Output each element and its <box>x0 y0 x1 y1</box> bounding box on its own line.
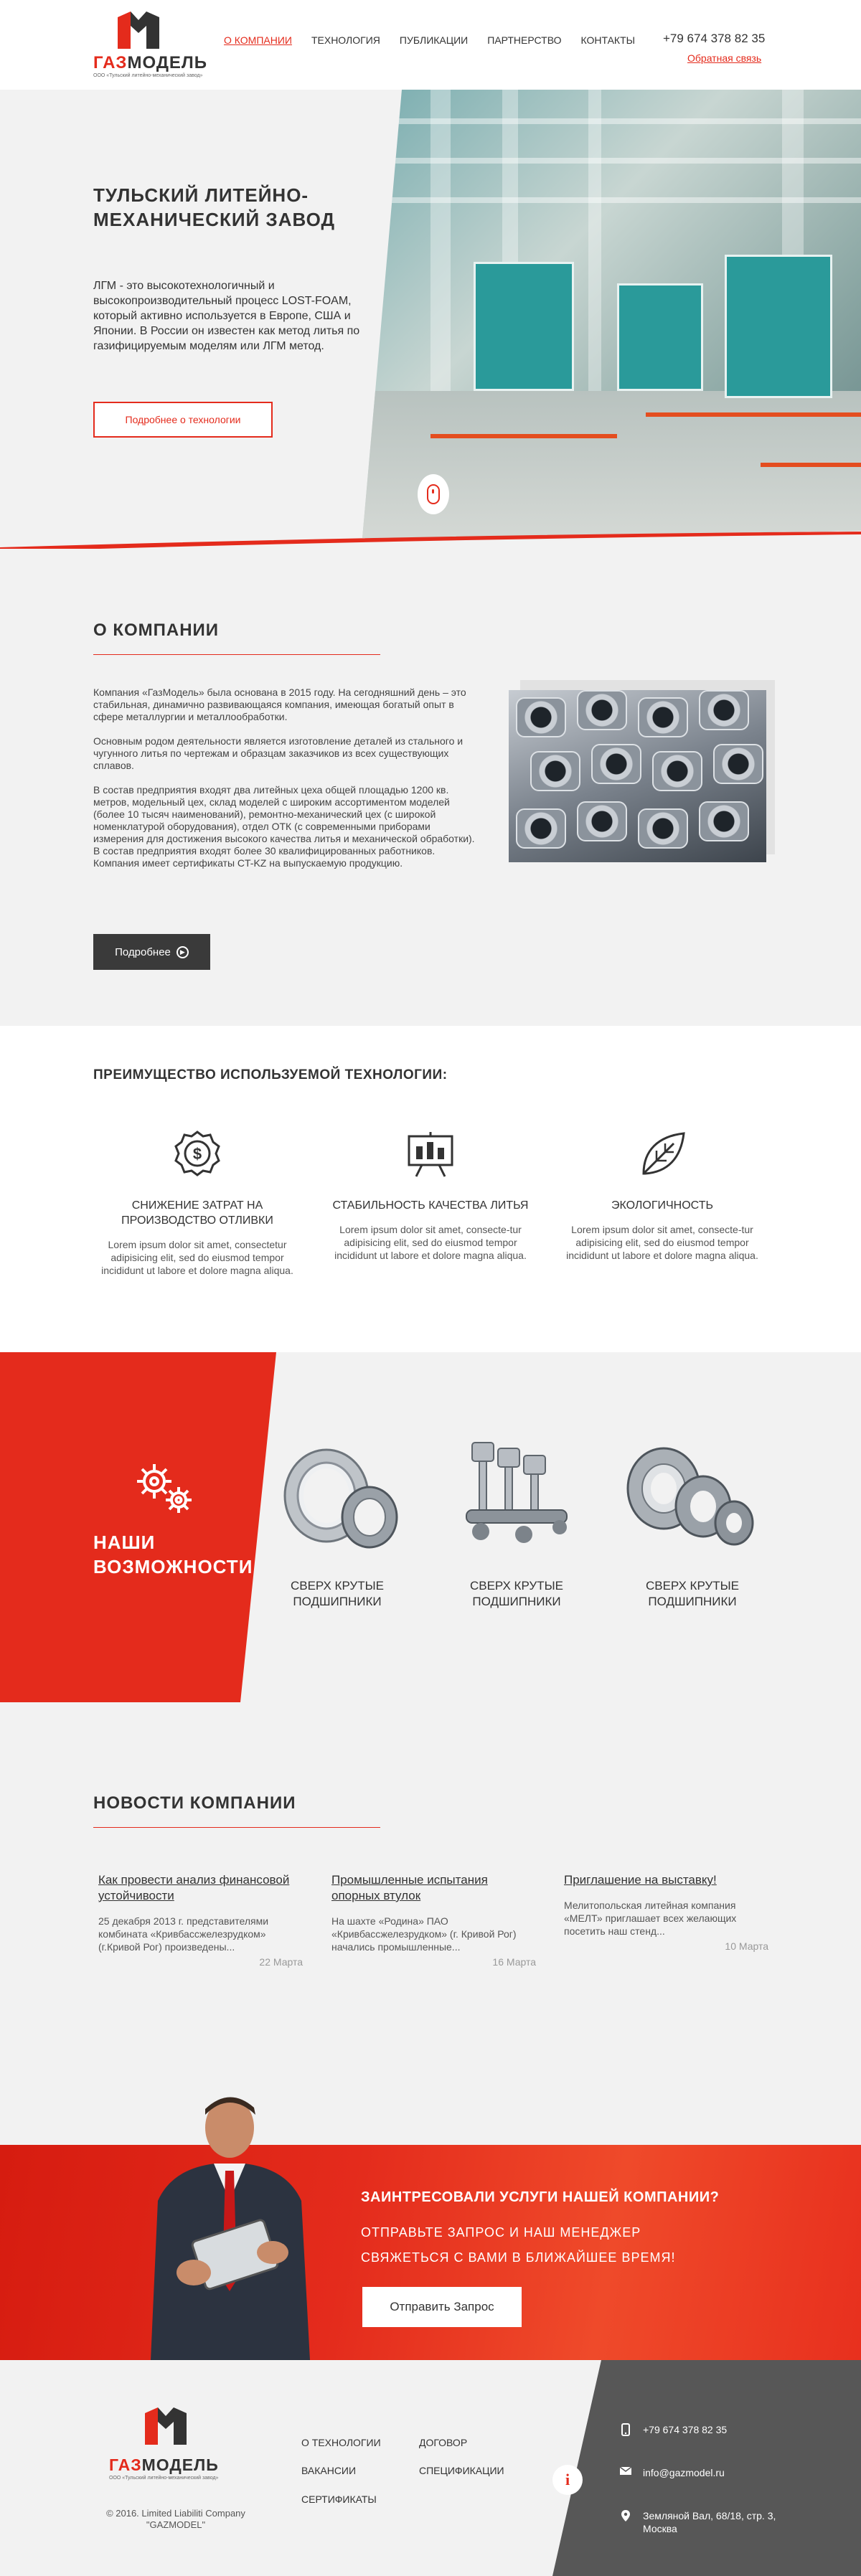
footer-link-technology[interactable]: О ТЕХНОЛОГИИ <box>301 2437 381 2448</box>
advantage-desc: Lorem ipsum dolor sit amet, consecte-tur… <box>334 1224 527 1261</box>
about-title: О КОМПАНИИ <box>93 621 220 640</box>
nav-item-technology[interactable]: ТЕХНОЛОГИЯ <box>311 34 380 46</box>
scroll-down-button[interactable] <box>418 474 449 514</box>
cast-parts-photo <box>509 690 766 862</box>
dollar-gear-icon: $ <box>169 1126 226 1184</box>
phone-icon <box>618 2423 633 2436</box>
header-phone[interactable]: +79 674 378 82 35 <box>663 32 765 46</box>
advantages-title: ПРЕИМУЩЕСТВО ИСПОЛЬЗУЕМОЙ ТЕХНОЛОГИИ: <box>93 1067 448 1082</box>
footer-address: Земляной Вал, 68/18, стр. 3, Москва <box>643 2510 776 2534</box>
capabilities-section: НАШИВОЗМОЖНОСТИ СВЕРХ КРУТЫЕ ПОДШИПНИКИ <box>0 1352 861 1704</box>
advantage-desc: Lorem ipsum dolor sit amet, consectetur … <box>101 1239 293 1276</box>
site-header: ГАЗМОДЕЛЬ ООО «Тульский литейно-механиче… <box>0 0 861 90</box>
capability-item[interactable]: СВЕРХ КРУТЫЕ ПОДШИПНИКИ <box>621 1438 764 1610</box>
chart-board-icon <box>402 1126 459 1184</box>
advantage-name: ЭКОЛОГИЧНОСТЬ <box>611 1199 713 1212</box>
nav-item-publications[interactable]: ПУБЛИКАЦИИ <box>400 34 468 46</box>
news-text: На шахте «Родина» ПАО «Кривбассжелезрудк… <box>331 1915 517 1953</box>
capability-label: СВЕРХ КРУТЫЕ ПОДШИПНИКИ <box>290 1579 385 1608</box>
footer-address-row: Земляной Вал, 68/18, стр. 3, Москва <box>618 2509 779 2535</box>
footer-logo-mark-icon <box>145 2407 187 2445</box>
advantage-item: СТАБИЛЬНОСТЬ КАЧЕСТВА ЛИТЬЯ Lorem ipsum … <box>326 1126 535 1262</box>
email-icon <box>618 2466 633 2479</box>
site-footer: ГАЗМОДЕЛЬ ООО «Тульский литейно-механиче… <box>0 2360 861 2576</box>
about-text: Компания «ГазМодель» была основана в 201… <box>93 687 481 882</box>
advantage-item: $ СНИЖЕНИЕ ЗАТРАТ НА ПРОИЗВОДСТВО ОТЛИВК… <box>93 1126 301 1277</box>
footer-logo-text[interactable]: ГАЗМОДЕЛЬ <box>109 2455 219 2475</box>
capability-label: СВЕРХ КРУТЫЕ ПОДШИПНИКИ <box>645 1579 740 1608</box>
logo-subtitle: ООО «Тульский литейно-механический завод… <box>93 73 203 78</box>
bearing-image <box>265 1438 409 1560</box>
nav-item-partnership[interactable]: ПАРТНЕРСТВО <box>487 34 561 46</box>
about-section: О КОМПАНИИ Компания «ГазМодель» была осн… <box>0 549 861 1026</box>
hero-section: ТУЛЬСКИЙ ЛИТЕЙНО-МЕХАНИЧЕСКИЙ ЗАВОД ЛГМ … <box>0 90 861 549</box>
hero-text: ЛГМ - это высокотехнологичный и высокопр… <box>93 280 360 352</box>
about-title-underline <box>93 654 380 655</box>
logo-text: ГАЗМОДЕЛЬ <box>93 53 208 72</box>
news-text: 25 декабря 2013 г. представителями комби… <box>98 1915 269 1953</box>
logo-mark-icon <box>118 11 159 49</box>
send-request-button[interactable]: Отправить Запрос <box>362 2287 522 2327</box>
capability-item[interactable]: СВЕРХ КРУТЫЕ ПОДШИПНИКИ <box>265 1438 409 1610</box>
news-date: 10 Марта <box>725 1940 768 1952</box>
about-paragraph: Компания «ГазМодель» была основана в 201… <box>93 687 466 722</box>
news-item: Как провести анализ финансовой устойчиво… <box>98 1872 303 1968</box>
news-section: НОВОСТИ КОМПАНИИ Как провести анализ фин… <box>0 1704 861 2145</box>
cta-line-1: ОТПРАВЬТЕ ЗАПРОС И НАШ МЕНЕДЖЕР <box>361 2225 641 2240</box>
nav-item-about[interactable]: О КОМПАНИИ <box>224 34 292 46</box>
ball-bearings-image <box>621 1438 764 1560</box>
leaf-icon <box>634 1126 691 1184</box>
advantages-section: ПРЕИМУЩЕСТВО ИСПОЛЬЗУЕМОЙ ТЕХНОЛОГИИ: $ … <box>0 1026 861 1352</box>
footer-phone[interactable]: +79 674 378 82 35 <box>643 2423 727 2436</box>
news-title: НОВОСТИ КОМПАНИИ <box>93 1793 296 1813</box>
info-icon[interactable]: i <box>552 2465 583 2495</box>
news-headline-link[interactable]: Как провести анализ финансовой устойчиво… <box>98 1872 303 1904</box>
location-pin-icon <box>618 2509 633 2535</box>
news-headline-link[interactable]: Промышленные испытания опорных втулок <box>331 1872 536 1904</box>
svg-text:$: $ <box>193 1145 202 1163</box>
hero-title: ТУЛЬСКИЙ ЛИТЕЙНО-МЕХАНИЧЕСКИЙ ЗАВОД <box>93 184 336 230</box>
news-text: Мелитопольская литейная компания «МЕЛТ» … <box>564 1900 737 1937</box>
footer-phone-row: +79 674 378 82 35 <box>618 2423 727 2436</box>
advantage-name: СНИЖЕНИЕ ЗАТРАТ НА ПРОИЗВОДСТВО ОТЛИВКИ <box>121 1199 273 1227</box>
footer-logo-subtitle: ООО «Тульский литейно-механический завод… <box>109 2476 219 2481</box>
about-paragraph: Основным родом деятельности является изг… <box>93 735 464 771</box>
capabilities-red-panel <box>0 1352 276 1702</box>
about-more-button[interactable]: Подробнее ▶ <box>93 934 210 970</box>
logo[interactable]: ГАЗМОДЕЛЬ ООО «Тульский литейно-механиче… <box>93 10 207 79</box>
footer-link-vacancies[interactable]: ВАКАНСИИ <box>301 2465 356 2476</box>
mouse-icon <box>427 484 440 504</box>
news-date: 22 Марта <box>259 1956 303 1968</box>
capability-label: СВЕРХ КРУТЫЕ ПОДШИПНИКИ <box>469 1579 564 1608</box>
advantage-desc: Lorem ipsum dolor sit amet, consecte-tur… <box>566 1224 758 1261</box>
businessman-image <box>151 2097 310 2360</box>
capability-item[interactable]: СВЕРХ КРУТЫЕ ПОДШИПНИКИ <box>445 1438 588 1610</box>
pistons-image <box>445 1438 588 1560</box>
advantage-item: ЭКОЛОГИЧНОСТЬ Lorem ipsum dolor sit amet… <box>558 1126 766 1262</box>
capabilities-title: НАШИ ВОЗМОЖНОСТИ <box>93 1532 253 1577</box>
news-headline-link[interactable]: Приглашение на выставку! <box>564 1872 768 1888</box>
copyright: © 2016. Limited Liabiliti Company "GAZMO… <box>106 2508 245 2530</box>
technology-details-button[interactable]: Подробнее о технологии <box>93 402 273 438</box>
main-nav: О КОМПАНИИ ТЕХНОЛОГИЯ ПУБЛИКАЦИИ ПАРТНЕР… <box>224 34 635 46</box>
feedback-link[interactable]: Обратная связь <box>687 52 761 64</box>
nav-item-contacts[interactable]: КОНТАКТЫ <box>581 34 636 46</box>
gears-icon <box>137 1464 192 1513</box>
about-paragraph: В состав предприятия входят два литейных… <box>93 784 475 869</box>
arrow-right-icon: ▶ <box>176 945 189 958</box>
footer-email-row: info@gazmodel.ru <box>618 2466 725 2479</box>
news-title-underline <box>93 1827 380 1828</box>
footer-email[interactable]: info@gazmodel.ru <box>643 2466 725 2479</box>
about-more-label: Подробнее <box>115 945 171 958</box>
hero-red-curve <box>0 532 861 549</box>
cta-title: ЗАИНТРЕСОВАЛИ УСЛУГИ НАШЕЙ КОМПАНИИ? <box>361 2189 720 2205</box>
news-item: Приглашение на выставку! Мелитопольская … <box>564 1872 768 1952</box>
news-date: 16 Марта <box>492 1956 536 1968</box>
news-item: Промышленные испытания опорных втулок На… <box>331 1872 536 1968</box>
cta-line-2: СВЯЖЕТЬСЯ С ВАМИ В БЛИЖАЙШЕЕ ВРЕМЯ! <box>361 2250 676 2265</box>
footer-link-certificates[interactable]: СЕРТИФИКАТЫ <box>301 2494 377 2505</box>
footer-link-specifications[interactable]: СПЕЦИФИКАЦИИ <box>419 2465 504 2476</box>
advantage-name: СТАБИЛЬНОСТЬ КАЧЕСТВА ЛИТЬЯ <box>332 1199 529 1212</box>
footer-link-contract[interactable]: ДОГОВОР <box>419 2437 467 2448</box>
